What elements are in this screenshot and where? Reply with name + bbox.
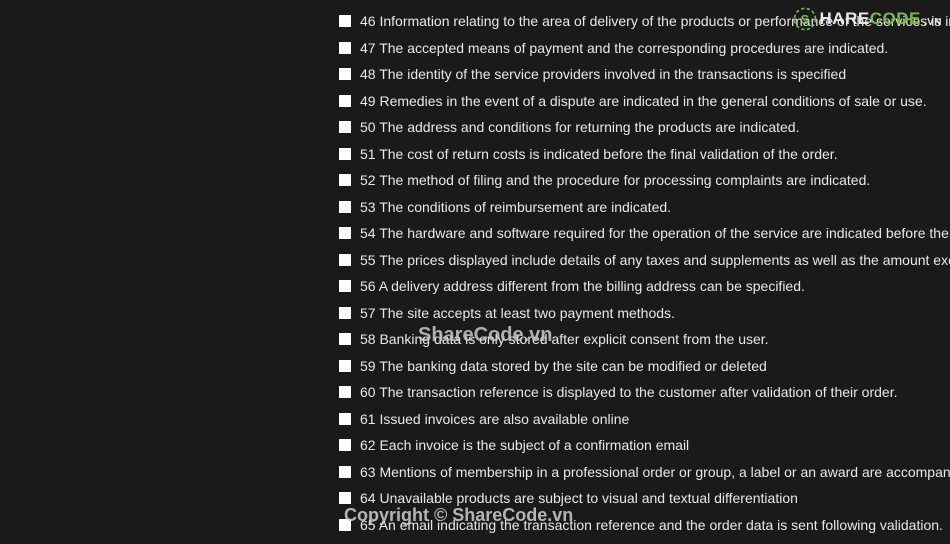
checklist-label: 52 The method of filing and the procedur… <box>360 173 870 187</box>
checklist-label: 53 The conditions of reimbursement are i… <box>360 200 671 214</box>
checklist-row: 62 Each invoice is the subject of a conf… <box>339 432 950 459</box>
checklist-row: 57 The site accepts at least two payment… <box>339 300 950 327</box>
checklist-label: 61 Issued invoices are also available on… <box>360 412 629 426</box>
checkbox[interactable] <box>339 227 351 239</box>
checkbox[interactable] <box>339 254 351 266</box>
checklist-label: 62 Each invoice is the subject of a conf… <box>360 438 689 452</box>
checkbox[interactable] <box>339 42 351 54</box>
checkbox[interactable] <box>339 95 351 107</box>
svg-text:S: S <box>800 12 809 27</box>
logo-text-hare: HARE <box>820 9 870 29</box>
checkbox[interactable] <box>339 15 351 27</box>
checklist-row: 55 The prices displayed include details … <box>339 247 950 274</box>
checklist-label: 63 Mentions of membership in a professio… <box>360 465 950 479</box>
checkbox[interactable] <box>339 201 351 213</box>
checklist-row: 54 The hardware and software required fo… <box>339 220 950 247</box>
center-watermark: ShareCode.vn <box>418 324 552 347</box>
checkbox[interactable] <box>339 148 351 160</box>
checklist-row: 61 Issued invoices are also available on… <box>339 406 950 433</box>
checklist-label: 59 The banking data stored by the site c… <box>360 359 767 373</box>
checklist-row: 66 Each complaint is the subject of an a… <box>339 538 950 544</box>
checklist-label: 49 Remedies in the event of a dispute ar… <box>360 94 927 108</box>
logo-watermark: S HARECODE .VN <box>792 6 942 32</box>
checklist-row: 63 Mentions of membership in a professio… <box>339 459 950 486</box>
checklist-row: 53 The conditions of reimbursement are i… <box>339 194 950 221</box>
checkbox[interactable] <box>339 174 351 186</box>
checkbox[interactable] <box>339 413 351 425</box>
sharecode-logo-icon: S <box>792 6 818 32</box>
checkbox[interactable] <box>339 121 351 133</box>
checklist-row: 56 A delivery address different from the… <box>339 273 950 300</box>
checkbox[interactable] <box>339 333 351 345</box>
checklist-row: 48 The identity of the service providers… <box>339 61 950 88</box>
checklist-row: 50 The address and conditions for return… <box>339 114 950 141</box>
checklist-row: 59 The banking data stored by the site c… <box>339 353 950 380</box>
checklist-label: 55 The prices displayed include details … <box>360 253 950 267</box>
checklist-label: 64 Unavailable products are subject to v… <box>360 491 798 505</box>
checkbox[interactable] <box>339 439 351 451</box>
checklist-label: 51 The cost of return costs is indicated… <box>360 147 838 161</box>
checklist-label: 56 A delivery address different from the… <box>360 279 805 293</box>
logo-text-vn: .VN <box>924 17 942 28</box>
checklist-label: 47 The accepted means of payment and the… <box>360 41 888 55</box>
checklist-label: 54 The hardware and software required fo… <box>360 226 950 240</box>
checklist-label: 48 The identity of the service providers… <box>360 67 846 81</box>
checkbox[interactable] <box>339 280 351 292</box>
checkbox[interactable] <box>339 360 351 372</box>
bottom-watermark: Copyright © ShareCode.vn <box>344 505 573 526</box>
checklist-row: 60 The transaction reference is displaye… <box>339 379 950 406</box>
checklist-label: 50 The address and conditions for return… <box>360 120 799 134</box>
checkbox[interactable] <box>339 466 351 478</box>
checkbox[interactable] <box>339 386 351 398</box>
logo-text-code: CODE <box>870 9 921 29</box>
checkbox[interactable] <box>339 68 351 80</box>
checkbox[interactable] <box>339 492 351 504</box>
checklist-label: 57 The site accepts at least two payment… <box>360 306 675 320</box>
checklist: 46 Information relating to the area of d… <box>339 8 950 544</box>
checklist-row: 52 The method of filing and the procedur… <box>339 167 950 194</box>
checklist-row: 49 Remedies in the event of a dispute ar… <box>339 88 950 115</box>
checklist-row: 47 The accepted means of payment and the… <box>339 35 950 62</box>
checkbox[interactable] <box>339 307 351 319</box>
checklist-row: 51 The cost of return costs is indicated… <box>339 141 950 168</box>
checklist-label: 60 The transaction reference is displaye… <box>360 385 897 399</box>
